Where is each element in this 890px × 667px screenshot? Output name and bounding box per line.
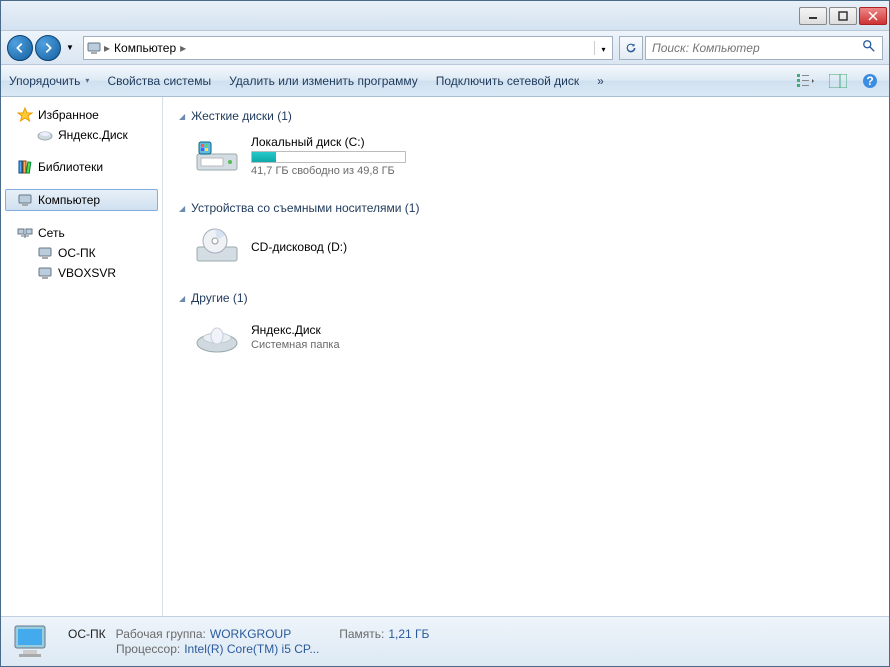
preview-pane-button[interactable] — [827, 70, 849, 92]
group-header-other[interactable]: Другие (1) — [179, 291, 873, 305]
navbar: ▼ ▸ Компьютер ▸ ▾ — [1, 31, 889, 65]
sidebar-item-label: Сеть — [38, 226, 65, 240]
minimize-button[interactable] — [799, 7, 827, 25]
svg-text:?: ? — [866, 74, 873, 88]
map-network-drive-button[interactable]: Подключить сетевой диск — [436, 74, 579, 88]
yandex-disk-icon — [193, 317, 241, 357]
status-processor-value: Intel(R) Core(TM) i5 CP... — [184, 642, 319, 656]
address-bar[interactable]: ▸ Компьютер ▸ ▾ — [83, 36, 613, 60]
status-workgroup-label: Рабочая группа: — [116, 627, 206, 641]
status-workgroup-value: WORKGROUP — [210, 627, 291, 641]
search-box[interactable] — [645, 36, 883, 60]
sidebar-item-label: VBOXSVR — [58, 266, 116, 280]
group-header-hdd[interactable]: Жесткие диски (1) — [179, 109, 873, 123]
status-processor-label: Процессор: — [116, 642, 180, 656]
back-button[interactable] — [7, 35, 33, 61]
cd-drive-icon — [193, 227, 241, 267]
explorer-body: Избранное Яндекс.Диск Библиотеки Компьют… — [1, 97, 889, 616]
status-computer-name: ОС-ПК — [68, 627, 106, 641]
drive-usage-bar — [251, 151, 406, 163]
navigation-pane: Избранное Яндекс.Диск Библиотеки Компьют… — [1, 97, 163, 616]
sidebar-item-label: Яндекс.Диск — [58, 128, 128, 142]
help-button[interactable]: ? — [859, 70, 881, 92]
content-area: Жесткие диски (1) Локальный диск (C:) 41… — [163, 97, 889, 616]
chevron-right-icon: ▸ — [180, 41, 186, 55]
address-dropdown[interactable]: ▾ — [594, 41, 612, 55]
close-button[interactable] — [859, 7, 887, 25]
favorites-icon — [17, 107, 33, 123]
breadcrumb[interactable]: Компьютер ▸ — [110, 41, 594, 55]
computer-icon — [11, 622, 56, 662]
computer-icon — [84, 40, 104, 56]
toolbar-overflow-button[interactable]: » — [597, 74, 604, 88]
sidebar-item-network-ospk[interactable]: ОС-ПК — [1, 243, 162, 263]
search-icon[interactable] — [862, 39, 876, 56]
drive-free-space: 41,7 ГБ свободно из 49,8 ГБ — [251, 165, 406, 177]
explorer-window: ▼ ▸ Компьютер ▸ ▾ Упорядочить Свойства с… — [0, 0, 890, 667]
drive-item-cd-d[interactable]: CD-дисковод (D:) — [189, 223, 873, 271]
details-pane: ОС-ПК Рабочая группа: WORKGROUP Память: … — [1, 616, 889, 666]
drive-label: Яндекс.Диск — [251, 323, 340, 337]
network-computer-icon — [37, 245, 53, 261]
sidebar-item-libraries[interactable]: Библиотеки — [1, 157, 162, 177]
group-header-removable[interactable]: Устройства со съемными носителями (1) — [179, 201, 873, 215]
view-options-button[interactable] — [795, 70, 817, 92]
uninstall-program-button[interactable]: Удалить или изменить программу — [229, 74, 418, 88]
network-icon — [17, 225, 33, 241]
yandex-disk-icon — [37, 127, 53, 143]
sidebar-item-yandex-disk[interactable]: Яндекс.Диск — [1, 125, 162, 145]
refresh-button[interactable] — [619, 36, 643, 60]
drive-subtitle: Системная папка — [251, 339, 340, 351]
chevron-right-icon: ▸ — [104, 41, 110, 55]
maximize-button[interactable] — [829, 7, 857, 25]
sidebar-item-network-vboxsvr[interactable]: VBOXSVR — [1, 263, 162, 283]
system-properties-button[interactable]: Свойства системы — [107, 74, 211, 88]
search-input[interactable] — [652, 41, 862, 55]
window-buttons — [799, 7, 887, 25]
network-computer-icon — [37, 265, 53, 281]
organize-button[interactable]: Упорядочить — [9, 74, 89, 88]
status-memory-value: 1,21 ГБ — [388, 627, 429, 641]
toolbar: Упорядочить Свойства системы Удалить или… — [1, 65, 889, 97]
computer-icon — [17, 192, 33, 208]
hdd-icon — [193, 136, 241, 176]
libraries-icon — [17, 159, 33, 175]
sidebar-item-label: Компьютер — [38, 193, 100, 207]
forward-button[interactable] — [35, 35, 61, 61]
sidebar-item-label: Избранное — [38, 108, 99, 122]
drive-item-yandex-disk[interactable]: Яндекс.Диск Системная папка — [189, 313, 873, 361]
sidebar-item-network[interactable]: Сеть — [1, 223, 162, 243]
sidebar-item-favorites[interactable]: Избранное — [1, 105, 162, 125]
status-memory-label: Память: — [339, 627, 384, 641]
drive-label: Локальный диск (C:) — [251, 135, 406, 149]
breadcrumb-item[interactable]: Компьютер — [114, 41, 176, 55]
sidebar-item-computer[interactable]: Компьютер — [5, 189, 158, 211]
sidebar-item-label: Библиотеки — [38, 160, 103, 174]
sidebar-item-label: ОС-ПК — [58, 246, 96, 260]
drive-label: CD-дисковод (D:) — [251, 240, 347, 254]
titlebar — [1, 1, 889, 31]
nav-history-dropdown[interactable]: ▼ — [63, 38, 77, 58]
drive-item-local-c[interactable]: Локальный диск (C:) 41,7 ГБ свободно из … — [189, 131, 873, 181]
